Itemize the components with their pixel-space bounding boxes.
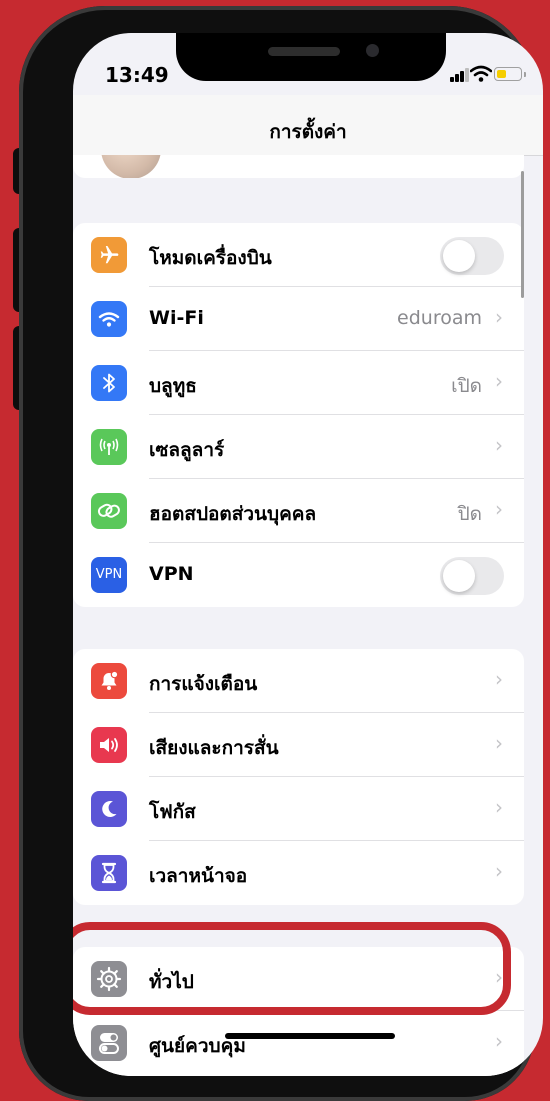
status-time: 13:49 bbox=[105, 63, 169, 87]
row-label: เสียงและการสั่น bbox=[149, 737, 279, 759]
toggle-switch[interactable] bbox=[440, 557, 504, 595]
sound-icon bbox=[91, 727, 127, 763]
chevron-right-icon: › bbox=[495, 433, 503, 457]
settings-row-bluetooth[interactable]: บลูทูธ เปิด › bbox=[73, 351, 524, 415]
row-label: โหมดเครื่องบิน bbox=[149, 247, 272, 269]
general-highlight-outline bbox=[73, 922, 511, 1015]
page-title: การตั้งค่า bbox=[269, 121, 347, 143]
chevron-right-icon: › bbox=[495, 731, 503, 755]
airplane-icon bbox=[91, 237, 127, 273]
chevron-right-icon: › bbox=[495, 497, 503, 521]
row-label: ฮอตสปอตส่วนบุคคล bbox=[149, 503, 317, 525]
chevron-right-icon: › bbox=[495, 369, 503, 393]
chevron-right-icon: › bbox=[495, 305, 503, 329]
avatar bbox=[101, 155, 161, 178]
chevron-right-icon: › bbox=[495, 667, 503, 691]
hotspot-icon bbox=[91, 493, 127, 529]
cellular-icon bbox=[91, 429, 127, 465]
hourglass-icon bbox=[91, 855, 127, 891]
speaker bbox=[268, 47, 340, 56]
toggle-switch[interactable] bbox=[440, 237, 504, 275]
chevron-right-icon: › bbox=[495, 1029, 503, 1053]
chevron-right-icon: › bbox=[495, 795, 503, 819]
toggle-knob bbox=[443, 240, 475, 272]
screen: 13:49 การตั้งค่า โหมดเครื่องบิน Wi-Fi ed… bbox=[73, 33, 543, 1076]
bluetooth-icon bbox=[91, 365, 127, 401]
notch bbox=[176, 33, 446, 81]
settings-row-vpn[interactable]: VPN VPN bbox=[73, 543, 524, 607]
settings-row-airplane[interactable]: โหมดเครื่องบิน bbox=[73, 223, 524, 287]
scrollbar[interactable] bbox=[521, 171, 524, 298]
settings-row-wifi[interactable]: Wi-Fi eduroam › bbox=[73, 287, 524, 351]
wifi-status-icon bbox=[470, 65, 492, 82]
home-indicator[interactable] bbox=[225, 1033, 395, 1039]
row-label: บลูทูธ bbox=[149, 375, 197, 397]
row-label: Wi-Fi bbox=[149, 307, 204, 329]
toggle-knob bbox=[443, 560, 475, 592]
status-icons bbox=[450, 63, 532, 87]
wifi-icon bbox=[91, 301, 127, 337]
settings-row-hourglass[interactable]: เวลาหน้าจอ › bbox=[73, 841, 524, 905]
row-value: ปิด bbox=[457, 503, 482, 525]
navigation-bar: การตั้งค่า bbox=[73, 95, 543, 156]
row-value: เปิด bbox=[451, 375, 482, 397]
front-camera bbox=[366, 44, 379, 57]
settings-row-sound[interactable]: เสียงและการสั่น › bbox=[73, 713, 524, 777]
control-center-icon bbox=[91, 1025, 127, 1061]
apple-id-card[interactable] bbox=[73, 155, 524, 178]
cellular-signal-icon bbox=[450, 63, 470, 85]
phone-frame: 13:49 การตั้งค่า โหมดเครื่องบิน Wi-Fi ed… bbox=[19, 6, 543, 1101]
row-value: eduroam bbox=[397, 307, 482, 329]
settings-row-control-center[interactable]: ศูนย์ควบคุม › bbox=[73, 1011, 524, 1075]
vpn-icon: VPN bbox=[91, 557, 127, 593]
notifications-icon bbox=[91, 663, 127, 699]
row-label: VPN bbox=[149, 563, 194, 585]
row-label: โฟกัส bbox=[149, 801, 196, 823]
settings-row-moon[interactable]: โฟกัส › bbox=[73, 777, 524, 841]
row-label: เวลาหน้าจอ bbox=[149, 865, 248, 887]
settings-row-notifications[interactable]: การแจ้งเตือน › bbox=[73, 649, 524, 713]
settings-row-hotspot[interactable]: ฮอตสปอตส่วนบุคคล ปิด › bbox=[73, 479, 524, 543]
chevron-right-icon: › bbox=[495, 859, 503, 883]
moon-icon bbox=[91, 791, 127, 827]
battery-icon bbox=[494, 67, 522, 81]
settings-row-cellular[interactable]: เซลลูลาร์ › bbox=[73, 415, 524, 479]
row-label: การแจ้งเตือน bbox=[149, 673, 258, 695]
row-label: เซลลูลาร์ bbox=[149, 439, 225, 461]
